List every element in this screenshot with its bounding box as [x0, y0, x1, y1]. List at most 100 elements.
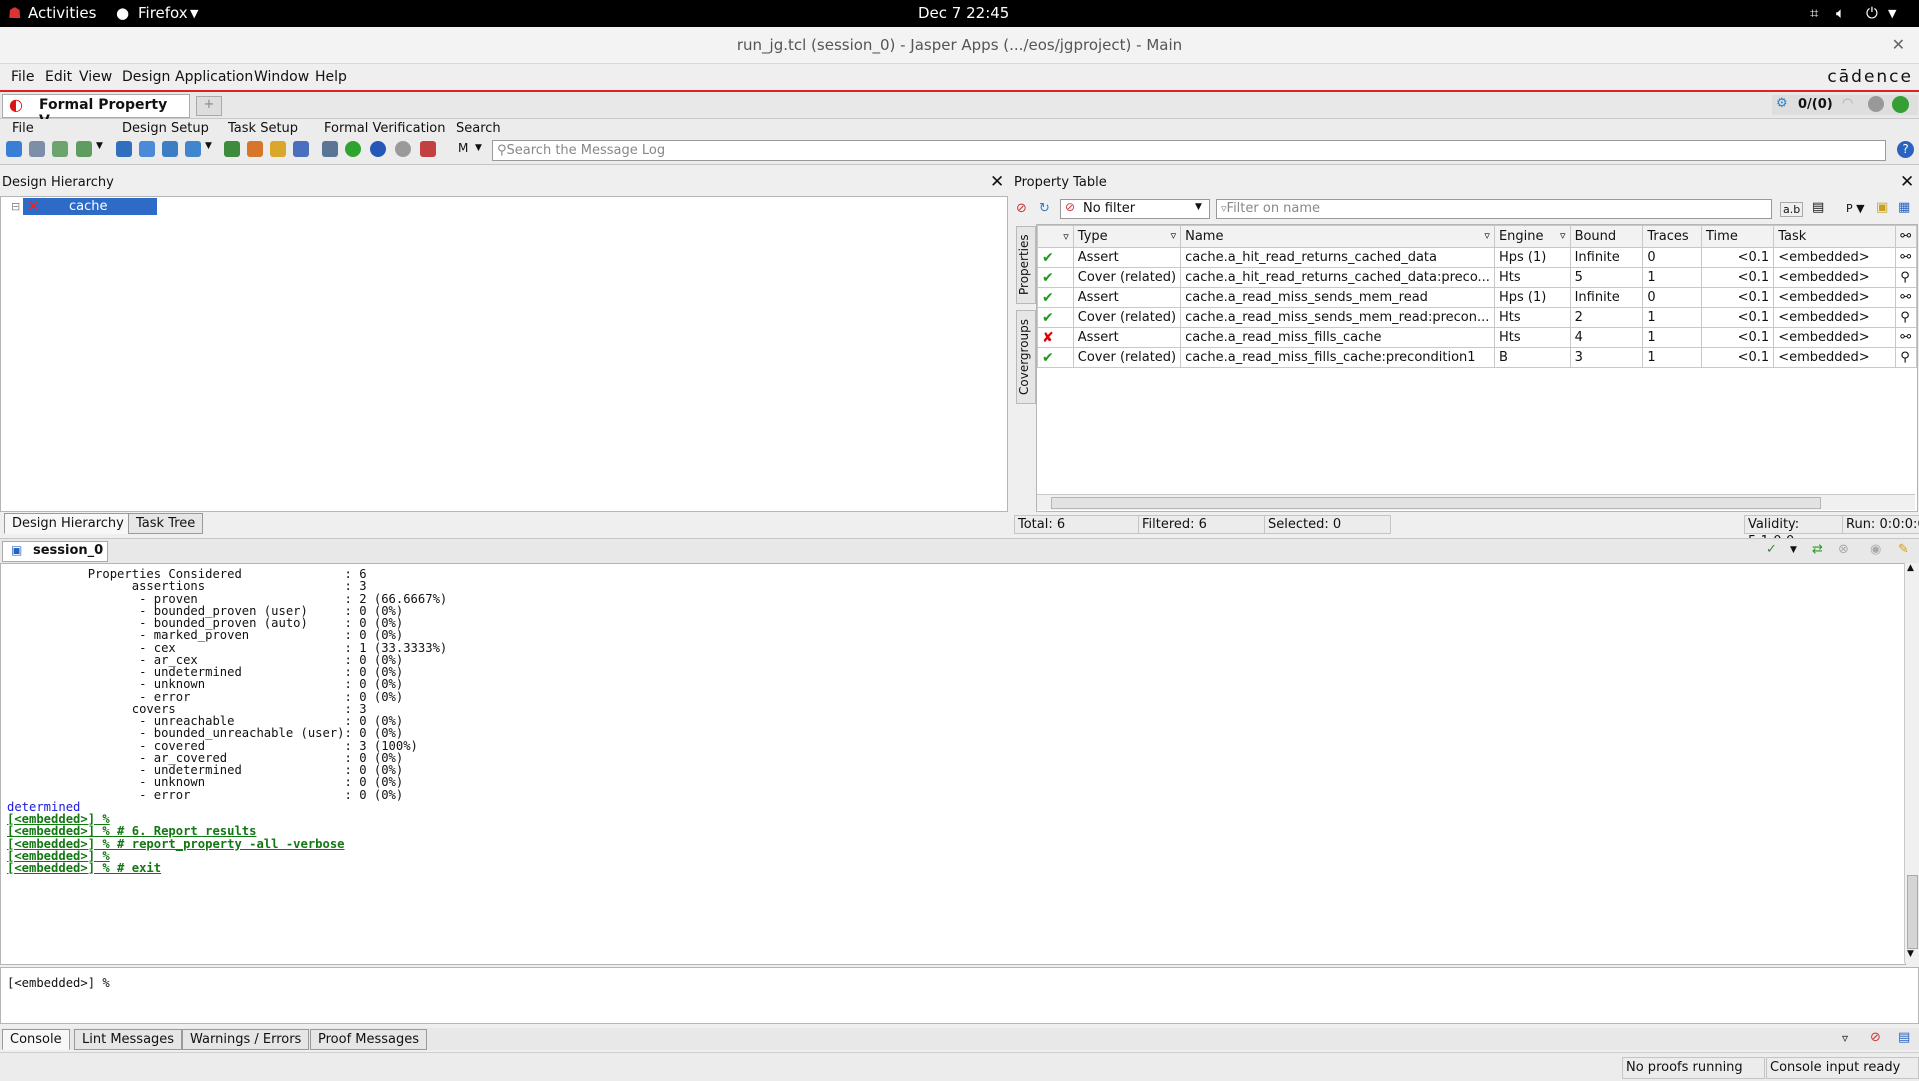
filter-on-name-input[interactable]: ▿Filter on name [1216, 199, 1772, 219]
stop-icon[interactable]: ⊗ [1838, 542, 1849, 557]
horizontal-scrollbar[interactable] [1037, 494, 1915, 510]
chevron-down-icon[interactable]: ▼ [1790, 545, 1797, 555]
chevron-down-icon[interactable]: ▼ [96, 141, 104, 157]
console-input[interactable]: [<embedded>] % [0, 967, 1919, 1024]
table-row[interactable]: ✔ Cover (related) cache.a_read_miss_fills_… [1037, 347, 1917, 368]
scroll-up-icon[interactable]: ▲ [1907, 563, 1914, 573]
wrench-icon[interactable]: ✎ [1898, 542, 1909, 557]
scrollbar-thumb[interactable] [1051, 497, 1821, 509]
chevron-down-icon[interactable]: ▼ [205, 141, 213, 157]
stop-icon[interactable] [395, 141, 411, 157]
menu-view[interactable]: View [79, 69, 112, 85]
table-row[interactable]: ✔ Assert cache.a_hit_read_returns_cached_d… [1037, 247, 1917, 268]
tab-warnings-errors[interactable]: Warnings / Errors [182, 1029, 310, 1050]
trace-icon[interactable]: ⚯ [1895, 287, 1917, 308]
filter-icon[interactable]: ▿ [1842, 1031, 1848, 1045]
search-mode-select[interactable]: M [458, 141, 468, 155]
p-menu-button[interactable]: P ▼ [1846, 202, 1865, 215]
volume-icon[interactable]: 🔈︎ [1836, 4, 1845, 22]
help-icon[interactable]: ? [1897, 141, 1914, 158]
activities-button[interactable]: Activities [28, 4, 96, 22]
reset-setup-icon[interactable] [185, 141, 201, 157]
trace-icon[interactable]: ⚯ [1895, 327, 1917, 348]
pause-icon[interactable]: ◉ [1870, 542, 1881, 557]
column-task[interactable]: Task [1773, 225, 1897, 248]
close-icon[interactable]: ✕ [990, 172, 1004, 192]
task-add-icon[interactable] [270, 141, 286, 157]
column-bound[interactable]: Bound [1569, 225, 1644, 248]
column-type[interactable]: Type ▿ [1072, 225, 1182, 248]
columns-icon[interactable]: ▦ [1898, 200, 1910, 215]
clear-filter-icon[interactable]: ⊘ [1016, 201, 1027, 216]
clear-filter-icon[interactable]: ⊘ [1870, 1030, 1881, 1045]
task-icon[interactable] [224, 141, 240, 157]
console-scrollbar[interactable]: ▲ ▼ [1904, 563, 1919, 963]
table-row[interactable]: ✔ Cover (related) cache.a_hit_read_returns… [1037, 267, 1917, 288]
task-copy-icon[interactable] [247, 141, 263, 157]
scrollbar-thumb[interactable] [1907, 875, 1918, 949]
console-output[interactable]: Properties Considered : 6 assertions : 3… [0, 563, 1906, 965]
table-row[interactable]: ✔ Cover (related) cache.a_read_miss_sends_… [1037, 307, 1917, 328]
open-icon[interactable] [6, 141, 22, 157]
trace-icon[interactable]: ⚲ [1895, 267, 1917, 288]
column-menu-icon[interactable]: ⚯ [1895, 225, 1917, 248]
table-row[interactable]: ✔ Assert cache.a_read_miss_sends_mem_read H… [1037, 287, 1917, 308]
column-time[interactable]: Time [1700, 225, 1775, 248]
column-name[interactable]: Name ▿ [1180, 225, 1495, 248]
column-status[interactable]: ▿ [1037, 225, 1074, 248]
tab-lint-messages[interactable]: Lint Messages [74, 1029, 183, 1050]
tab-session-0[interactable]: ▣ session_0 [2, 541, 108, 562]
scroll-down-icon[interactable]: ▼ [1907, 949, 1914, 959]
clock[interactable]: Dec 7 22:45 [918, 4, 1009, 22]
refresh-icon[interactable]: ↻ [1039, 201, 1050, 216]
sidetab-covergroups[interactable]: Covergroups [1016, 310, 1036, 404]
message-log-search-input[interactable]: ⚲Search the Message Log [492, 140, 1886, 161]
regex-toggle-icon[interactable]: a.b [1780, 202, 1804, 217]
menu-design[interactable]: Design [122, 69, 170, 85]
add-tab-button[interactable]: + [196, 96, 222, 116]
app-menu-button[interactable]: Firefox [138, 4, 188, 22]
tree-expander-icon[interactable]: ⊟ [11, 200, 20, 213]
clear-console-icon[interactable]: ✓ [1766, 542, 1777, 557]
column-traces[interactable]: Traces [1642, 225, 1702, 248]
column-engine[interactable]: Engine ▿ [1493, 225, 1571, 248]
property-filter-select[interactable]: ⊘ No filter ▼ [1060, 199, 1210, 219]
menu-edit[interactable]: Edit [45, 69, 72, 85]
tab-design-hierarchy[interactable]: Design Hierarchy [4, 513, 132, 534]
task-list-icon[interactable] [293, 141, 309, 157]
tree-node-cache[interactable]: ✕ cache (cache) [23, 197, 157, 229]
menu-window[interactable]: Window [254, 69, 309, 85]
clock-setup-icon[interactable] [162, 141, 178, 157]
g-icon[interactable] [1868, 96, 1884, 112]
analyze-icon[interactable] [116, 141, 132, 157]
run-script-icon[interactable] [76, 141, 92, 157]
tab-console[interactable]: Console [2, 1029, 70, 1050]
menu-file[interactable]: File [11, 69, 34, 85]
filter-icon[interactable]: ▿ [1063, 230, 1069, 243]
filter-icon[interactable]: ▿ [1484, 229, 1490, 242]
trace-icon[interactable]: ⚯ [1895, 247, 1917, 268]
report-icon[interactable] [420, 141, 436, 157]
trace-icon[interactable]: ⚲ [1895, 347, 1917, 368]
save-log-icon[interactable]: ⇄ [1812, 542, 1823, 557]
lock-icon[interactable]: ▣ [1876, 200, 1888, 215]
filter-icon[interactable]: ▿ [1560, 229, 1566, 242]
reload-icon[interactable] [52, 141, 68, 157]
save-icon[interactable] [29, 141, 45, 157]
cover-icon[interactable] [370, 141, 386, 157]
close-icon[interactable]: ✕ [1900, 172, 1914, 192]
save-filter-icon[interactable]: ▤ [1812, 200, 1824, 215]
tab-task-tree[interactable]: Task Tree [128, 513, 204, 534]
power-icon[interactable]: ⏻ [1866, 4, 1878, 22]
filter-icon[interactable]: ▿ [1171, 229, 1177, 242]
close-icon[interactable]: ✕ [1892, 35, 1905, 54]
sidetab-properties[interactable]: Properties [1016, 226, 1036, 304]
menu-application[interactable]: Application [175, 69, 253, 85]
network-icon[interactable]: ⌗ [1810, 4, 1818, 22]
chevron-down-icon[interactable]: ▼ [475, 143, 482, 153]
menu-help[interactable]: Help [315, 69, 347, 85]
settings-icon[interactable] [322, 141, 338, 157]
trace-icon[interactable]: ⚲ [1895, 307, 1917, 328]
table-row[interactable]: ✘ Assert cache.a_read_miss_fills_cache Hts 4… [1037, 327, 1917, 348]
tab-proof-messages[interactable]: Proof Messages [310, 1029, 428, 1050]
